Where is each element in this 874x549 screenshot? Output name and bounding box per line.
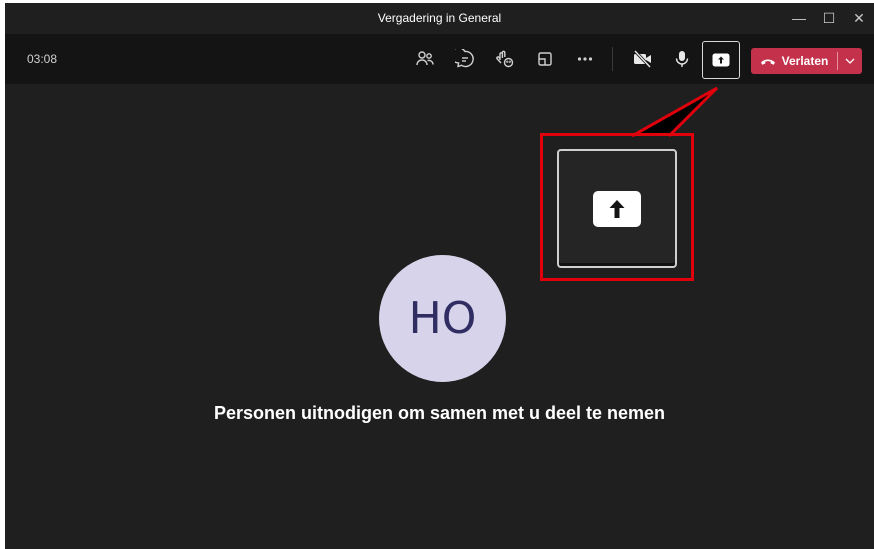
share-screen-icon bbox=[593, 190, 641, 227]
callout-share-button bbox=[557, 149, 677, 268]
meeting-window: Vergadering in General — ☐ ✕ 03:08 Verla… bbox=[5, 3, 874, 549]
callout-pointer bbox=[631, 86, 719, 138]
invite-message: Personen uitnodigen om samen met u deel … bbox=[213, 403, 666, 423]
